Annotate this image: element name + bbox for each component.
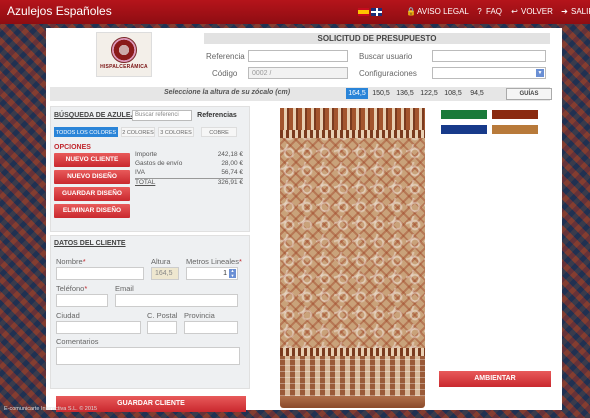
height-option-122-5[interactable]: 122,5 (418, 88, 440, 99)
comentarios-textarea[interactable] (56, 347, 240, 365)
nombre-label: Nombre* (56, 257, 86, 266)
nombre-input[interactable] (56, 267, 144, 280)
top-bar: Azulejos Españoles 🔒AVISO LEGAL ? FAQ ↩ VO… (0, 0, 590, 24)
brand-title: Azulejos Españoles (7, 4, 112, 18)
email-input[interactable] (115, 294, 238, 307)
cpostal-label: C. Postal (147, 311, 178, 320)
height-label: Seleccione la altura de su zócalo (cm) (164, 89, 291, 96)
email-label: Email (115, 284, 134, 293)
configuraciones-label: Configuraciones (359, 69, 417, 78)
height-option-108-5[interactable]: 108,5 (442, 88, 464, 99)
ambientar-button[interactable]: AMBIENTAR (439, 371, 551, 387)
nav-volver[interactable]: ↩ VOLVER (510, 7, 553, 16)
telefono-input[interactable] (56, 294, 108, 307)
busqueda-panel: BÚSQUEDA DE AZULEJOS Buscar referenci Re… (50, 106, 250, 232)
logo-text: HISPALCERÁMICA (100, 64, 148, 70)
referencia-input[interactable] (248, 50, 348, 62)
tile-wall-preview[interactable] (280, 108, 425, 408)
ciudad-input[interactable] (56, 321, 141, 334)
telefono-label: Teléfono* (56, 284, 88, 293)
wall-band-lower (280, 348, 425, 356)
nav-faq[interactable]: ? FAQ (475, 7, 502, 16)
metros-lineales-stepper[interactable]: 1 ▲ ▼ (186, 267, 238, 280)
solicitud-title: SOLICITUD DE PRESUPUESTO (204, 33, 550, 44)
wall-top-border (280, 108, 425, 130)
referencia-label: Referencia (206, 52, 245, 61)
referencias-button[interactable]: Referencias (194, 110, 240, 121)
busqueda-title: BÚSQUEDA DE AZULEJOS (54, 112, 145, 119)
lock-icon: 🔒 (406, 7, 416, 16)
buscar-usuario-input[interactable] (432, 50, 546, 62)
cliente-panel: DATOS DEL CLIENTE Nombre* Altura 164,5 M… (50, 235, 250, 389)
color-swatch-copper[interactable] (492, 125, 538, 134)
logo-emblem-icon (111, 37, 137, 63)
nav-aviso-legal[interactable]: 🔒AVISO LEGAL (406, 7, 469, 16)
left-column: BÚSQUEDA DE AZULEJOS Buscar referenci Re… (50, 106, 250, 412)
price-row-total: TOTAL 326,91 € (135, 178, 243, 186)
reference-search-input[interactable]: Buscar referenci (132, 110, 192, 121)
buscar-usuario-label: Buscar usuario (359, 52, 413, 61)
provincia-input[interactable] (184, 321, 238, 334)
footer-copyright: E-comunicarte Interactiva S.L. © 2015 (4, 406, 98, 412)
guias-button[interactable]: GUÍAS (506, 88, 552, 100)
price-row-iva: IVA 56,74 € (135, 169, 243, 176)
color-swatch-rust[interactable] (492, 110, 538, 119)
wall-band-upper (280, 130, 425, 138)
height-selector-bar: Seleccione la altura de su zócalo (cm) 1… (50, 87, 552, 101)
price-row-envio: Gastos de envío 28,00 € (135, 160, 243, 167)
opciones-title: OPCIONES (54, 144, 91, 151)
configuraciones-select[interactable]: ▼ (432, 67, 546, 79)
tab-3-colores[interactable]: 3 COLORES (158, 127, 194, 137)
logout-icon: ➔ (561, 7, 568, 16)
height-option-94-5[interactable]: 94,5 (466, 88, 488, 99)
metros-lineales-label: Metros Lineales* (186, 257, 242, 266)
chevron-down-icon: ▼ (536, 69, 544, 77)
ciudad-label: Ciudad (56, 311, 80, 320)
wall-bottom-section (280, 356, 425, 396)
help-icon: ? (477, 7, 482, 16)
guardar-diseno-button[interactable]: GUARDAR DISEÑO (54, 187, 130, 201)
color-swatch-green[interactable] (441, 110, 487, 119)
spanish-flag-icon[interactable] (358, 8, 369, 16)
english-flag-icon[interactable] (371, 8, 382, 16)
color-swatch-blue[interactable] (441, 125, 487, 134)
codigo-input[interactable] (248, 67, 348, 79)
tab-todos-colores[interactable]: TODOS LOS COLORES (54, 127, 118, 137)
nuevo-cliente-button[interactable]: NUEVO CLIENTE (54, 153, 130, 167)
comentarios-label: Comentarios (56, 337, 99, 346)
eliminar-diseno-button[interactable]: ELIMINAR DISEÑO (54, 204, 130, 218)
cliente-title: DATOS DEL CLIENTE (54, 240, 126, 247)
altura-input[interactable]: 164,5 (151, 267, 179, 280)
provincia-label: Provincia (184, 311, 215, 320)
tab-2-colores[interactable]: 2 COLORES (121, 127, 155, 137)
altura-label: Altura (151, 257, 171, 266)
tab-cobre[interactable]: COBRE (201, 127, 237, 137)
nav-salir[interactable]: ➔SALIR (560, 7, 590, 16)
cpostal-input[interactable] (147, 321, 177, 334)
height-option-164-5[interactable]: 164,5 (346, 88, 368, 99)
price-row-importe: Importe 242,18 € (135, 151, 243, 158)
main-panel: HISPALCERÁMICA SOLICITUD DE PRESUPUESTO … (46, 28, 562, 412)
codigo-label: Código (212, 69, 238, 78)
language-flags (358, 8, 384, 16)
wall-base (280, 396, 425, 408)
company-logo: HISPALCERÁMICA (96, 32, 152, 77)
height-option-136-5[interactable]: 136,5 (394, 88, 416, 99)
back-icon: ↩ (511, 7, 518, 16)
height-option-150-5[interactable]: 150,5 (370, 88, 392, 99)
stepper-arrows-icon[interactable]: ▲ ▼ (229, 268, 236, 278)
nuevo-diseno-button[interactable]: NUEVO DISEÑO (54, 170, 130, 184)
